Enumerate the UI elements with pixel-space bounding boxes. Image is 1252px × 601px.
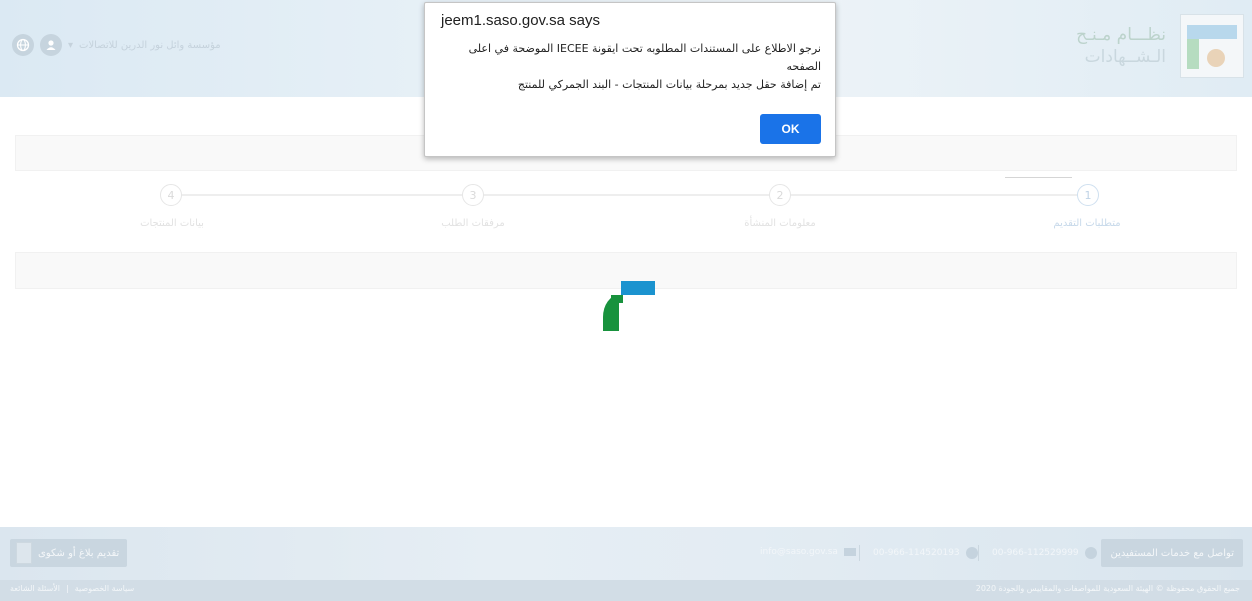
- logo-text: نظـــام مـنـح الـشــهادات: [1076, 24, 1166, 68]
- dialog-message-line2: الصفحه: [786, 60, 821, 73]
- site-logo[interactable]: [1180, 14, 1244, 78]
- phone-contact-1[interactable]: 00-966-112529999: [992, 547, 1097, 559]
- footer-divider: [859, 545, 860, 561]
- steps-track: [171, 194, 1097, 196]
- dialog-message-line1: نرجو الاطلاع على المستندات المطلوبه تحت …: [468, 42, 821, 55]
- logo-bar: [1187, 25, 1237, 39]
- step-1-label: متطلبات التقديم: [1053, 218, 1121, 229]
- footer-contact-bar: تواصل مع خدمات المستفيدين 00-966-1125299…: [0, 527, 1252, 580]
- step-3-label: مرفقات الطلب: [441, 218, 505, 229]
- footer-bottom-bar: جميع الحقوق محفوظة © الهيئة السعودية للم…: [0, 580, 1252, 601]
- step-1-circle[interactable]: 1: [1077, 184, 1099, 206]
- faq-link[interactable]: الأسئلة الشائعة: [10, 584, 60, 593]
- loader-bar: [621, 281, 655, 295]
- step-2-circle[interactable]: 2: [769, 184, 791, 206]
- email-icon: [843, 548, 856, 556]
- dialog-message-line3: تم إضافة حقل جديد بمرحلة بيانات المنتجات…: [517, 78, 821, 91]
- step-4-label: بيانات المنتجات: [140, 218, 204, 229]
- complaint-label: تقديم بلاغ أو شكوى: [38, 547, 120, 559]
- logo-stem: [1187, 39, 1199, 69]
- email-text: info@saso.gov.sa: [760, 547, 838, 557]
- privacy-policy-link[interactable]: سياسة الخصوصية: [75, 584, 134, 593]
- document-icon: [16, 542, 32, 564]
- ok-button[interactable]: OK: [760, 114, 821, 144]
- phone1-text: 00-966-112529999: [992, 548, 1079, 558]
- globe-icon[interactable]: [12, 34, 34, 56]
- step-4-circle[interactable]: 4: [160, 184, 182, 206]
- fax-icon: [965, 547, 978, 559]
- dialog-title: jeem1.saso.gov.sa says: [441, 12, 600, 29]
- footer-links: الأسئلة الشائعة | سياسة الخصوصية: [10, 584, 134, 593]
- step-2-label: معلومات المنشأة: [744, 218, 816, 229]
- loading-spinner-logo: [603, 281, 655, 331]
- user-menu[interactable]: مؤسسة وائل نور الدرين للاتصالات: [79, 40, 221, 51]
- alert-dialog: jeem1.saso.gov.sa says نرجو الاطلاع على …: [424, 2, 836, 157]
- email-contact[interactable]: info@saso.gov.sa: [760, 547, 856, 557]
- loader-stem: [603, 295, 619, 331]
- footer-link-separator: |: [66, 584, 69, 593]
- contact-beneficiary-services-button[interactable]: تواصل مع خدمات المستفيدين: [1101, 539, 1243, 567]
- user-area: ▾ مؤسسة وائل نور الدرين للاتصالات: [12, 34, 221, 56]
- phone-icon: [1084, 547, 1097, 559]
- step-3-circle[interactable]: 3: [462, 184, 484, 206]
- user-caret-icon[interactable]: ▾: [68, 40, 73, 51]
- phone2-text: 00-966-114520193: [873, 548, 960, 558]
- logo-text-line1: نظـــام مـنـح: [1076, 25, 1166, 45]
- logo-text-line2: الـشــهادات: [1084, 47, 1166, 67]
- logo-dot: [1207, 49, 1225, 67]
- user-avatar-icon[interactable]: [40, 34, 62, 56]
- active-step-indicator: [1005, 177, 1072, 178]
- footer-divider: [978, 545, 979, 561]
- submit-complaint-button[interactable]: تقديم بلاغ أو شكوى: [10, 539, 128, 567]
- copyright-text: جميع الحقوق محفوظة © الهيئة السعودية للم…: [975, 584, 1240, 593]
- phone-contact-2[interactable]: 00-966-114520193: [873, 547, 978, 559]
- dialog-message: نرجو الاطلاع على المستندات المطلوبه تحت …: [437, 40, 821, 94]
